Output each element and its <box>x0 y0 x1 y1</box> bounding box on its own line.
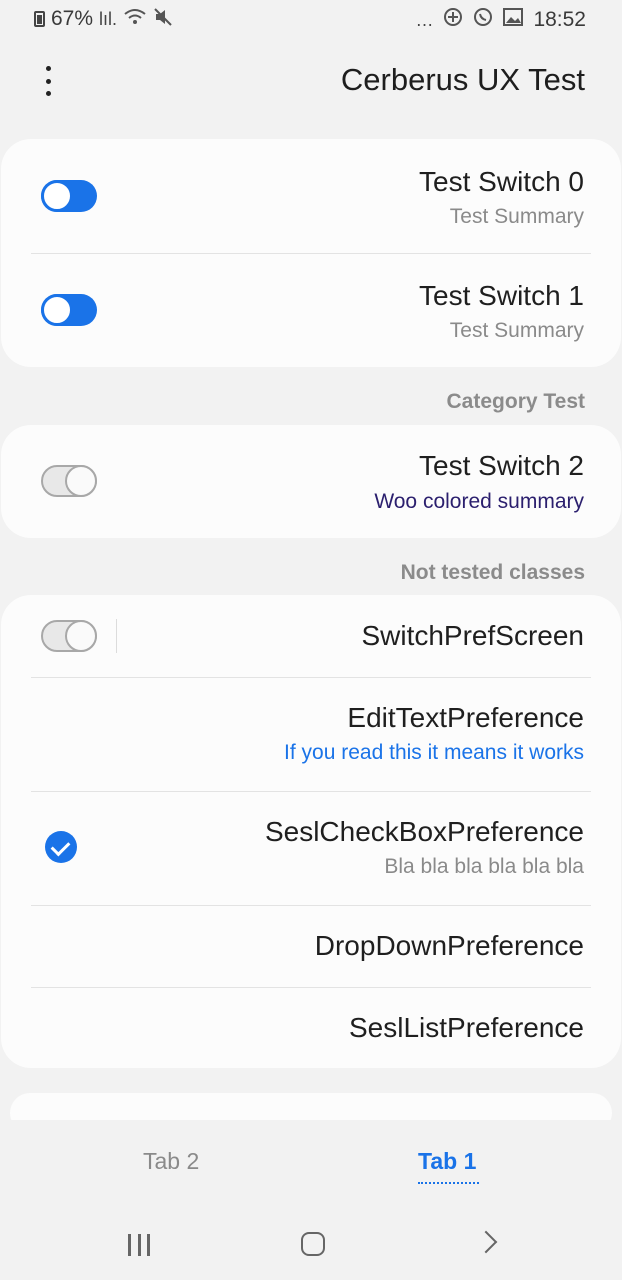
preference-title: SeslListPreference <box>348 1012 584 1043</box>
page-title: Cerberus UX Test <box>340 62 585 97</box>
toggle-switch[interactable] <box>41 180 97 212</box>
preference-summary: Woo colored summary <box>374 490 584 513</box>
checkbox-checked-icon[interactable] <box>45 831 77 863</box>
category-header: Not tested classes <box>400 561 585 584</box>
preference-title: Test Switch 1 <box>419 280 584 311</box>
navigation-bar <box>0 1210 622 1280</box>
status-bar: 67% lıl. … 18:52 <box>0 0 622 38</box>
vertical-separator <box>116 619 117 653</box>
edit-text-preference-row[interactable]: EditTextPreference If you read this it m… <box>1 677 621 791</box>
toggle-switch[interactable] <box>41 294 97 326</box>
signal-icon: lıl. <box>99 9 118 29</box>
switch-knob <box>41 294 73 326</box>
switch-knob <box>65 620 97 652</box>
status-right: … 18:52 <box>415 7 586 32</box>
more-icon: … <box>415 9 434 30</box>
whatsapp-icon <box>473 7 493 32</box>
switch-preference-row[interactable]: Test Switch 0 Test Summary <box>1 139 621 253</box>
tab-1[interactable]: Tab 1 <box>418 1148 476 1175</box>
preference-title: SwitchPrefScreen <box>361 620 584 651</box>
more-options-icon[interactable] <box>36 66 60 96</box>
preference-title: EditTextPreference <box>347 702 584 733</box>
preference-summary: Bla bla bla bla bla bla <box>384 855 584 878</box>
wifi-icon <box>123 8 147 31</box>
toggle-switch[interactable] <box>41 620 97 652</box>
battery-icon <box>34 11 45 27</box>
tab-2[interactable]: Tab 2 <box>143 1148 199 1175</box>
preference-card: Test Switch 2 Woo colored summary <box>1 425 621 538</box>
clock: 18:52 <box>533 7 586 31</box>
switch-preference-row[interactable]: Test Switch 1 Test Summary <box>1 253 621 367</box>
switch-knob <box>41 180 73 212</box>
tab-bar: Tab 2 Tab 1 <box>0 1120 622 1210</box>
back-icon[interactable] <box>474 1230 498 1254</box>
preference-card: SwitchPrefScreen EditTextPreference If y… <box>1 595 621 1068</box>
image-icon <box>503 8 524 31</box>
recent-apps-icon[interactable] <box>128 1234 150 1256</box>
category-header: Category Test <box>446 390 585 413</box>
dropdown-preference-row[interactable]: DropDownPreference <box>1 905 621 987</box>
preference-title: Test Switch 2 <box>419 450 584 481</box>
switch-pref-screen-row[interactable]: SwitchPrefScreen <box>1 595 621 677</box>
add-icon <box>443 7 463 32</box>
preference-title: DropDownPreference <box>314 930 584 961</box>
preference-title: SeslCheckBoxPreference <box>264 816 584 847</box>
preference-title: Test Switch 0 <box>419 166 584 197</box>
app-bar: Cerberus UX Test <box>0 48 622 112</box>
preference-summary: Test Summary <box>449 205 584 228</box>
checkbox-preference-row[interactable]: SeslCheckBoxPreference Bla bla bla bla b… <box>1 791 621 905</box>
mute-icon <box>153 7 173 31</box>
preference-summary: Test Summary <box>449 319 584 342</box>
list-preference-row[interactable]: SeslListPreference <box>1 987 621 1068</box>
toggle-switch[interactable] <box>41 465 97 497</box>
battery-level: 67% <box>51 7 94 30</box>
status-left: 67% lıl. <box>34 7 173 31</box>
selected-tab-indicator <box>418 1182 479 1184</box>
preference-summary: If you read this it means it works <box>284 741 584 764</box>
home-icon[interactable] <box>301 1232 325 1256</box>
switch-preference-row[interactable]: Test Switch 2 Woo colored summary <box>1 425 621 538</box>
switch-knob <box>65 465 97 497</box>
preference-card: Test Switch 0 Test Summary Test Switch 1… <box>1 139 621 367</box>
